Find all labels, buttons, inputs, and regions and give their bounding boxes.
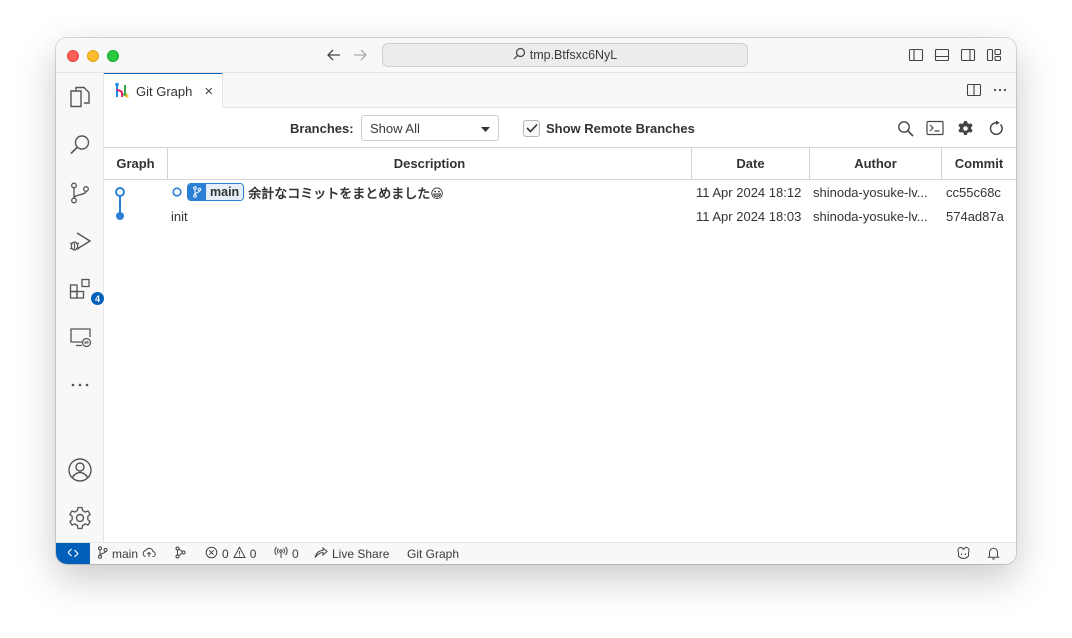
error-count: 0 (222, 547, 229, 561)
extensions-badge: 4 (90, 291, 105, 306)
git-graph-controls: Branches: Show All Show Remote Branches (104, 108, 1016, 148)
commit-message: init (171, 208, 188, 224)
minimize-window-button[interactable] (87, 50, 99, 62)
remote-explorer-icon[interactable] (66, 323, 94, 351)
warning-count: 0 (249, 547, 257, 561)
terminal-icon[interactable] (926, 119, 944, 137)
author-cell: shinoda-yosuke-lv... (813, 208, 928, 224)
notifications-status-item[interactable] (987, 543, 1000, 564)
broadcast-antenna-icon (274, 546, 288, 562)
copilot-status-item[interactable] (956, 543, 971, 564)
show-remote-branches-checkbox[interactable] (523, 120, 540, 137)
author-cell: shinoda-yosuke-lv... (813, 184, 928, 200)
back-arrow-icon[interactable] (324, 46, 344, 64)
activity-bar: 4 (56, 73, 105, 542)
table-row[interactable]: init 11 Apr 2024 18:03 shinoda-yosuke-lv… (104, 204, 1016, 228)
close-window-button[interactable] (67, 50, 79, 62)
checkmark-icon (525, 120, 538, 138)
branch-name: main (112, 547, 139, 561)
tab-label: Git Graph (136, 83, 193, 99)
branches-dropdown-value: Show All (370, 120, 420, 136)
branches-dropdown[interactable]: Show All (361, 115, 499, 141)
split-editor-icon[interactable] (966, 82, 982, 98)
commit-hash-cell: cc55c68c (946, 184, 1001, 200)
branch-ref-badge[interactable]: main (187, 183, 245, 201)
commit-hash-cell: 574ad87a (946, 208, 1004, 224)
tab-git-graph[interactable]: Git Graph × (104, 73, 223, 108)
extensions-icon[interactable]: 4 (66, 275, 105, 306)
branch-status-item[interactable]: main (97, 543, 156, 564)
show-remote-branches-label[interactable]: Show Remote Branches (546, 121, 695, 136)
head-indicator-icon (172, 187, 182, 197)
copilot-icon (956, 546, 971, 562)
title-bar: tmp.Btfsxc6NyL (56, 38, 1016, 73)
maximize-window-button[interactable] (107, 50, 119, 62)
description-column-header[interactable]: Description (168, 148, 692, 179)
git-graph-status-item[interactable]: Git Graph (407, 543, 459, 564)
description-cell: main 余計なコミットをまとめました😀 (172, 180, 688, 204)
forward-arrow-icon[interactable] (350, 46, 370, 64)
graph-column-header[interactable]: Graph (104, 148, 168, 179)
command-center-text: tmp.Btfsxc6NyL (529, 48, 618, 62)
author-column-header[interactable]: Author (810, 148, 942, 179)
ports-count: 0 (292, 547, 299, 561)
branch-icon (188, 184, 206, 200)
search-view-icon[interactable] (66, 131, 94, 159)
git-graph-status-label: Git Graph (407, 547, 460, 561)
live-share-label: Live Share (332, 547, 390, 561)
git-graph-icon (114, 82, 130, 101)
commit-table-header: Graph Description Date Author Commit (104, 148, 1016, 180)
ports-status-item[interactable]: 0 (274, 543, 299, 564)
manage-gear-icon[interactable] (66, 504, 94, 532)
error-icon (205, 546, 218, 562)
explorer-icon[interactable] (66, 83, 94, 111)
find-search-icon[interactable] (896, 119, 914, 137)
more-views-icon[interactable] (66, 371, 94, 399)
live-share-status-item[interactable]: Live Share (314, 543, 389, 564)
chevron-down-icon (481, 121, 490, 136)
source-control-icon[interactable] (66, 179, 94, 207)
toggle-secondary-sidebar-icon[interactable] (960, 47, 976, 63)
commit-column-header[interactable]: Commit (942, 148, 1016, 179)
toggle-primary-sidebar-icon[interactable] (908, 47, 924, 63)
date-cell: 11 Apr 2024 18:12 (696, 184, 802, 200)
source-branch-icon (97, 546, 108, 562)
run-and-debug-icon[interactable] (66, 227, 94, 255)
date-cell: 11 Apr 2024 18:03 (696, 208, 802, 224)
editor-tab-bar: Git Graph × (104, 73, 1016, 108)
bell-icon (987, 546, 1000, 563)
date-column-header[interactable]: Date (692, 148, 810, 179)
toggle-panel-icon[interactable] (934, 47, 950, 63)
branches-label: Branches: (290, 121, 354, 136)
status-bar: main 0 0 0 Live Share Git Graph (56, 542, 1016, 564)
command-center-search[interactable]: tmp.Btfsxc6NyL (382, 43, 748, 67)
tab-close-icon[interactable]: × (204, 84, 213, 99)
remote-icon (67, 547, 79, 562)
live-share-icon (314, 546, 328, 562)
accounts-icon[interactable] (66, 456, 94, 484)
problems-status-item[interactable]: 0 0 (205, 543, 256, 564)
vscode-window: tmp.Btfsxc6NyL 4 Git Graph × Branches: S… (56, 38, 1016, 564)
more-actions-icon[interactable] (992, 82, 1008, 98)
settings-gear-icon[interactable] (956, 119, 974, 137)
customize-layout-icon[interactable] (986, 47, 1002, 63)
branch-ref-label: main (206, 184, 244, 200)
commit-message: 余計なコミットをまとめました😀 (248, 185, 444, 201)
description-cell: init (171, 204, 687, 228)
warning-icon (232, 546, 246, 562)
search-icon (513, 47, 526, 63)
git-commit-graph-icon (174, 546, 187, 562)
remote-indicator-button[interactable] (56, 543, 90, 564)
cloud-upload-icon (142, 547, 156, 561)
table-row[interactable]: main 余計なコミットをまとめました😀 11 Apr 2024 18:12 s… (104, 180, 1016, 204)
refresh-icon[interactable] (987, 119, 1005, 137)
git-graph-status-icon-button[interactable] (174, 543, 187, 564)
